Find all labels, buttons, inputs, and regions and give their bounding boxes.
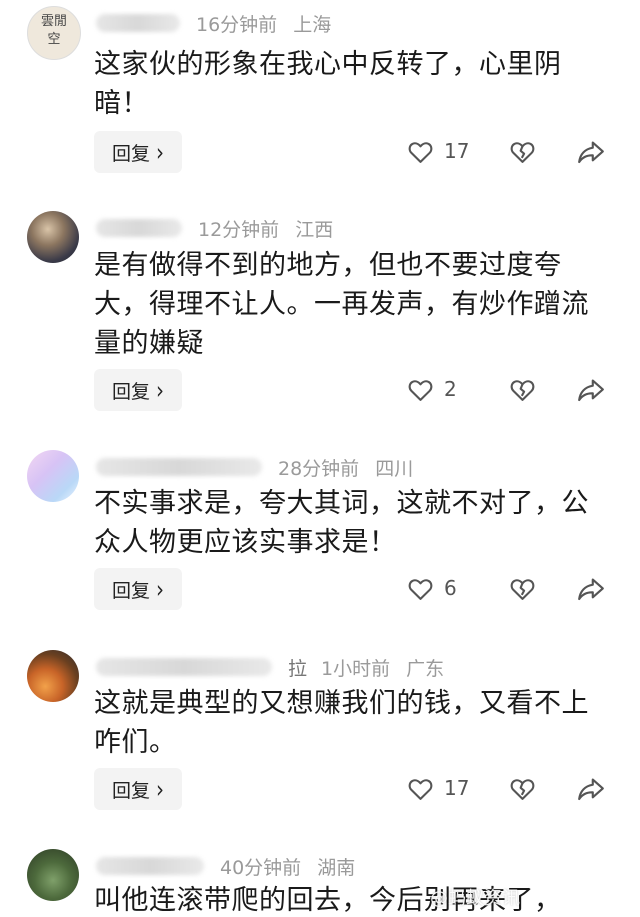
reply-label: 回复 (111, 779, 150, 802)
reply-button[interactable]: 回复 › (94, 369, 182, 411)
reply-button[interactable]: 回复 › (94, 131, 182, 173)
comment-meta: 28分钟前 四川 (96, 452, 413, 482)
blurred-username[interactable] (96, 219, 182, 237)
comment-actions: 17 (400, 131, 620, 173)
chevron-right-icon: › (156, 375, 164, 405)
comment-actions: 17 (400, 768, 620, 810)
like-count: 17 (444, 139, 470, 163)
reply-button[interactable]: 回复 › (94, 568, 182, 610)
avatar[interactable] (27, 211, 79, 263)
comment-meta: 16分钟前 上海 (96, 8, 331, 38)
watermark: @蚂蚁资讯 (430, 888, 520, 909)
heart-outline-icon[interactable] (406, 575, 435, 603)
comment-text: 这家伙的形象在我心中反转了，心里阴暗！ (94, 49, 562, 119)
like-count: 2 (444, 377, 457, 401)
comment-item: 12分钟前 江西 是有做得不到的地方，但也不要过度夸大，得理不让人。一再发声，有… (0, 205, 640, 445)
share-arrow-icon[interactable] (576, 776, 606, 802)
comment-time: 40分钟前 (220, 856, 302, 879)
comment-text: 不实事求是，夸大其词，这就不对了，公众人物更应该实事求是！ (94, 488, 589, 558)
comment-item: 40分钟前 湖南 叫他连滚带爬的回去，今后别再来了， (0, 843, 640, 917)
comment-meta: 拉 1小时前 广东 (96, 652, 444, 682)
chevron-right-icon: › (156, 774, 164, 804)
share-arrow-icon[interactable] (576, 139, 606, 165)
reply-label: 回复 (111, 142, 150, 165)
comment-actions: 6 (400, 568, 620, 610)
username-partial: 拉 (288, 657, 308, 680)
avatar[interactable] (27, 650, 79, 702)
avatar[interactable]: 雲閒空 (27, 6, 81, 60)
share-arrow-icon[interactable] (576, 576, 606, 602)
comment-time: 12分钟前 (198, 218, 280, 241)
like-count: 17 (444, 776, 470, 800)
broken-heart-icon[interactable] (508, 575, 537, 603)
like-count: 6 (444, 576, 457, 600)
comment-meta: 40分钟前 湖南 (96, 851, 355, 881)
broken-heart-icon[interactable] (508, 138, 537, 166)
comment-location: 江西 (295, 218, 334, 241)
comment-meta: 12分钟前 江西 (96, 213, 333, 243)
avatar-glyph: 雲閒空 (40, 14, 67, 47)
comment-location: 上海 (293, 13, 332, 36)
chevron-right-icon: › (156, 137, 164, 167)
comment-text: 是有做得不到的地方，但也不要过度夸大，得理不让人。一再发声，有炒作蹭流量的嫌疑 (94, 250, 589, 359)
heart-outline-icon[interactable] (406, 376, 435, 404)
comment-location: 广东 (406, 657, 445, 680)
blurred-username[interactable] (96, 857, 204, 875)
comment-location: 湖南 (317, 856, 356, 879)
reply-label: 回复 (111, 380, 150, 403)
reply-button[interactable]: 回复 › (94, 768, 182, 810)
share-arrow-icon[interactable] (576, 377, 606, 403)
blurred-username[interactable] (96, 658, 272, 676)
comment-time: 28分钟前 (278, 457, 360, 480)
comment-item: 雲閒空 16分钟前 上海 这家伙的形象在我心中反转了，心里阴暗！ 回复 › 17 (0, 0, 640, 240)
comment-time: 1小时前 (321, 657, 391, 680)
avatar[interactable] (27, 849, 79, 901)
comment-actions: 2 (400, 369, 620, 411)
reply-label: 回复 (111, 579, 150, 602)
chevron-right-icon: › (156, 574, 164, 604)
broken-heart-icon[interactable] (508, 775, 537, 803)
comment-text: 这就是典型的又想赚我们的钱，又看不上咋们。 (94, 688, 589, 758)
heart-outline-icon[interactable] (406, 775, 435, 803)
avatar[interactable] (27, 450, 79, 502)
comment-location: 四川 (375, 457, 414, 480)
comment-time: 16分钟前 (196, 13, 278, 36)
heart-outline-icon[interactable] (406, 138, 435, 166)
blurred-username[interactable] (96, 458, 262, 476)
broken-heart-icon[interactable] (508, 376, 537, 404)
blurred-username[interactable] (96, 14, 180, 32)
